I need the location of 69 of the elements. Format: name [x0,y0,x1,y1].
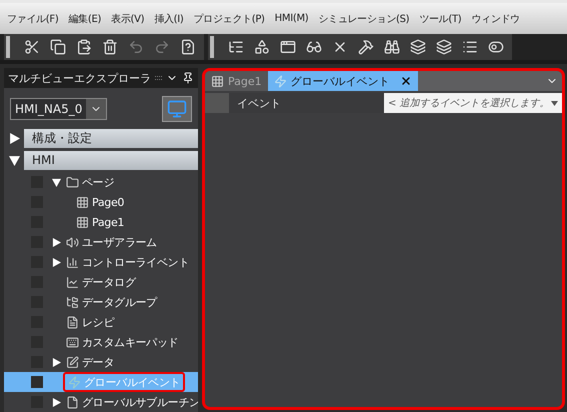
column-header: イベント [229,93,384,113]
chart-icon [66,276,79,288]
menu-item[interactable]: ツール(T) [414,12,466,26]
section-header[interactable]: 構成・設定 [24,128,198,148]
dropdown-icon [86,99,106,119]
menu-item[interactable]: シミュレーション(S) [313,12,414,26]
toolbar-grip[interactable] [6,36,10,58]
menu-item[interactable]: 編集(E) [63,12,106,26]
row-header-cell [205,93,229,113]
tree-item[interactable]: カスタムキーパッド [4,332,198,352]
menu-item[interactable]: 挿入(I) [149,12,189,26]
tree-item[interactable]: コントローライベント [4,252,198,272]
grid-icon [76,216,89,228]
event-select[interactable]: < 追加するイベントを選択します。 [384,93,562,113]
section-header[interactable]: HMI [24,150,198,170]
tree-item[interactable]: ページ [4,172,198,192]
close-icon[interactable] [400,75,412,87]
tab[interactable]: グローバルイベント [268,71,418,91]
document-icon [66,316,79,328]
item-label: ユーザアラーム [82,234,157,250]
expand-icon[interactable] [52,398,60,406]
item-label: ページ [82,174,114,190]
item-label: カスタムキーパッド [82,334,178,350]
lightning-icon [68,376,81,388]
collapse-icon[interactable] [52,178,60,186]
checkbox-square [31,376,43,388]
toolbar-grip[interactable] [210,36,214,58]
tree-item[interactable]: データログ [4,272,198,292]
folder-icon [66,176,79,188]
keypad-icon [66,336,79,348]
item-label: レシピ [82,314,114,330]
expand-icon[interactable] [52,238,60,246]
item-label: Page1 [92,216,124,228]
layers-icon[interactable] [434,37,454,57]
dropdown-icon [551,100,558,106]
menu-item[interactable]: ウィンドウ [466,12,525,26]
tree-item[interactable]: レシピ [4,312,198,332]
menu-item[interactable]: プロジェクト(P) [188,12,270,26]
collapse-icon[interactable] [8,154,20,166]
edit-icon [66,356,79,368]
tree-item[interactable]: ユーザアラーム [4,232,198,252]
menu-item[interactable]: 表示(V) [106,12,150,26]
item-label: データグループ [82,294,157,310]
lightning-icon [274,74,287,88]
item-label: コントローライベント [82,254,190,270]
item-label: グローバルイベント [84,374,180,390]
pin-icon[interactable] [182,72,194,84]
speaker-icon [66,236,79,248]
item-label: データログ [82,274,136,290]
grid-icon [211,74,224,88]
tree-item[interactable]: データ [4,352,198,372]
item-label: Page0 [92,196,124,208]
tree-item[interactable]: Page1 [4,212,198,232]
expand-icon[interactable] [52,358,60,366]
expand-icon[interactable] [52,258,60,266]
document-icon [66,396,79,408]
grid-icon [76,196,89,208]
tree-item[interactable]: データグループ [4,292,198,312]
menu-item[interactable]: ファイル(F) [2,12,64,26]
copy-icon[interactable] [48,37,68,57]
menu-item[interactable]: HMI(M) [270,13,314,24]
layers-icon[interactable] [408,37,428,57]
folder-icon [66,296,79,308]
expand-icon[interactable] [8,132,20,144]
tree-item[interactable]: Page0 [4,192,198,212]
device-select[interactable]: HMI_NA5_0 [10,98,108,120]
panel-title: マルチビューエクスプローラ [8,70,151,86]
chart-icon [66,256,79,268]
item-label: データ [82,354,114,370]
